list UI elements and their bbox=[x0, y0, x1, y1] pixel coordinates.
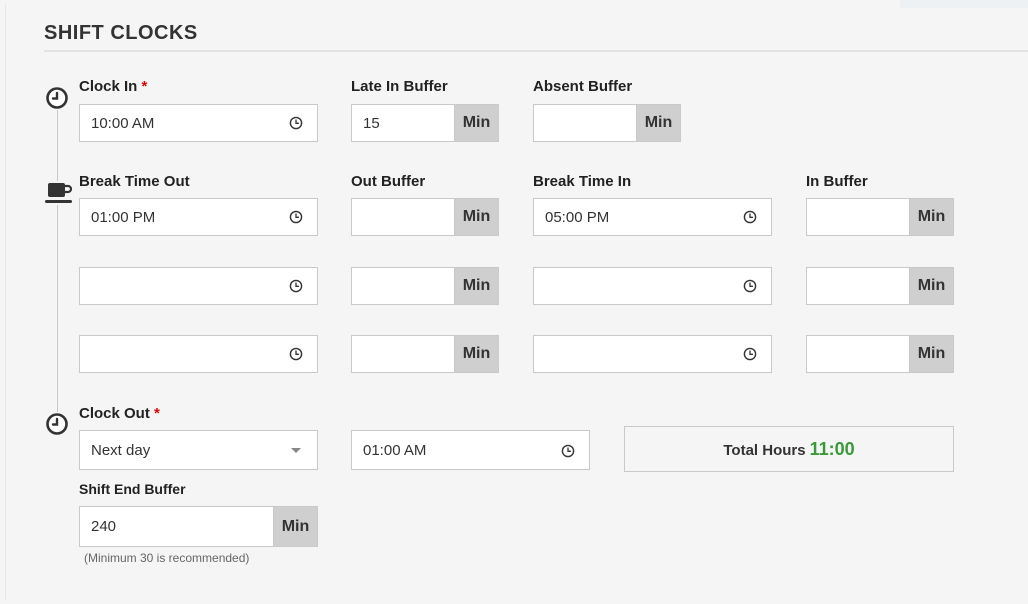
shift-end-buffer-input[interactable]: 240 Min bbox=[79, 506, 318, 547]
clock-out-day-value: Next day bbox=[91, 442, 151, 459]
required-mark: * bbox=[154, 405, 160, 422]
clock-icon[interactable] bbox=[289, 347, 303, 361]
break-time-in-input[interactable] bbox=[533, 267, 772, 305]
min-addon: Min bbox=[909, 267, 954, 305]
break-time-out-value: 01:00 PM bbox=[91, 209, 156, 226]
total-hours-value: 11:00 bbox=[809, 439, 855, 459]
clock-in-label-text: Clock In bbox=[79, 78, 138, 95]
out-buffer-input[interactable]: Min bbox=[351, 335, 499, 373]
in-buffer-input[interactable]: Min bbox=[806, 335, 954, 373]
total-hours-box: Total Hours 11:00 bbox=[624, 426, 954, 472]
top-edge-shadow bbox=[900, 0, 1028, 8]
clock-out-label-text: Clock Out bbox=[79, 405, 150, 422]
absent-buffer-input[interactable]: Min bbox=[533, 104, 681, 142]
shift-end-buffer-value: 240 bbox=[91, 518, 117, 535]
break-time-out-input[interactable] bbox=[79, 335, 318, 373]
min-addon: Min bbox=[909, 335, 954, 373]
clock-icon[interactable] bbox=[743, 347, 757, 361]
late-in-buffer-label: Late In Buffer bbox=[351, 78, 448, 95]
clock-icon[interactable] bbox=[289, 279, 303, 293]
in-buffer-input[interactable]: Min bbox=[806, 267, 954, 305]
clock-out-label: Clock Out * bbox=[79, 405, 160, 422]
clock-in-clock-icon bbox=[45, 86, 69, 110]
title-divider bbox=[44, 50, 1028, 52]
min-addon: Min bbox=[454, 104, 499, 142]
timeline-line bbox=[57, 100, 58, 422]
break-time-out-label: Break Time Out bbox=[79, 173, 190, 190]
clock-icon[interactable] bbox=[561, 444, 575, 458]
break-time-in-input[interactable]: 05:00 PM bbox=[533, 198, 772, 236]
min-addon: Min bbox=[454, 198, 499, 236]
coffee-cup-icon bbox=[44, 181, 74, 205]
in-buffer-input[interactable]: Min bbox=[806, 198, 954, 236]
shift-end-buffer-label: Shift End Buffer bbox=[79, 481, 186, 497]
clock-out-time-input[interactable]: 01:00 AM bbox=[351, 430, 590, 470]
break-time-out-input[interactable] bbox=[79, 267, 318, 305]
required-mark: * bbox=[141, 78, 148, 95]
clock-in-value: 10:00 AM bbox=[91, 115, 155, 132]
break-time-in-value: 05:00 PM bbox=[545, 209, 610, 226]
out-buffer-label: Out Buffer bbox=[351, 173, 426, 190]
clock-out-clock-icon bbox=[45, 412, 69, 436]
late-in-buffer-input[interactable]: 15 Min bbox=[351, 104, 499, 142]
clock-in-input[interactable]: 10:00 AM bbox=[79, 104, 318, 142]
min-addon: Min bbox=[454, 335, 499, 373]
clock-icon[interactable] bbox=[743, 279, 757, 293]
break-time-in-label: Break Time In bbox=[533, 173, 632, 190]
clock-out-day-select[interactable]: Next day bbox=[79, 430, 318, 470]
section-title: SHIFT CLOCKS bbox=[44, 22, 198, 44]
min-addon: Min bbox=[454, 267, 499, 305]
clock-icon[interactable] bbox=[743, 210, 757, 224]
break-time-out-input[interactable]: 01:00 PM bbox=[79, 198, 318, 236]
absent-buffer-label: Absent Buffer bbox=[533, 78, 633, 95]
chevron-down-icon bbox=[291, 448, 301, 453]
out-buffer-input[interactable]: Min bbox=[351, 198, 499, 236]
clock-in-label: Clock In * bbox=[79, 78, 147, 95]
clock-icon[interactable] bbox=[289, 116, 303, 130]
out-buffer-input[interactable]: Min bbox=[351, 267, 499, 305]
min-addon: Min bbox=[636, 104, 681, 142]
total-hours-label: Total Hours bbox=[723, 442, 806, 459]
break-time-in-input[interactable] bbox=[533, 335, 772, 373]
late-in-buffer-value: 15 bbox=[363, 115, 380, 132]
shift-end-buffer-hint: (Minimum 30 is recommended) bbox=[84, 551, 250, 565]
min-addon: Min bbox=[909, 198, 954, 236]
in-buffer-label: In Buffer bbox=[806, 173, 868, 190]
min-addon: Min bbox=[273, 506, 318, 547]
clock-icon[interactable] bbox=[289, 210, 303, 224]
clock-out-time-value: 01:00 AM bbox=[363, 442, 427, 459]
